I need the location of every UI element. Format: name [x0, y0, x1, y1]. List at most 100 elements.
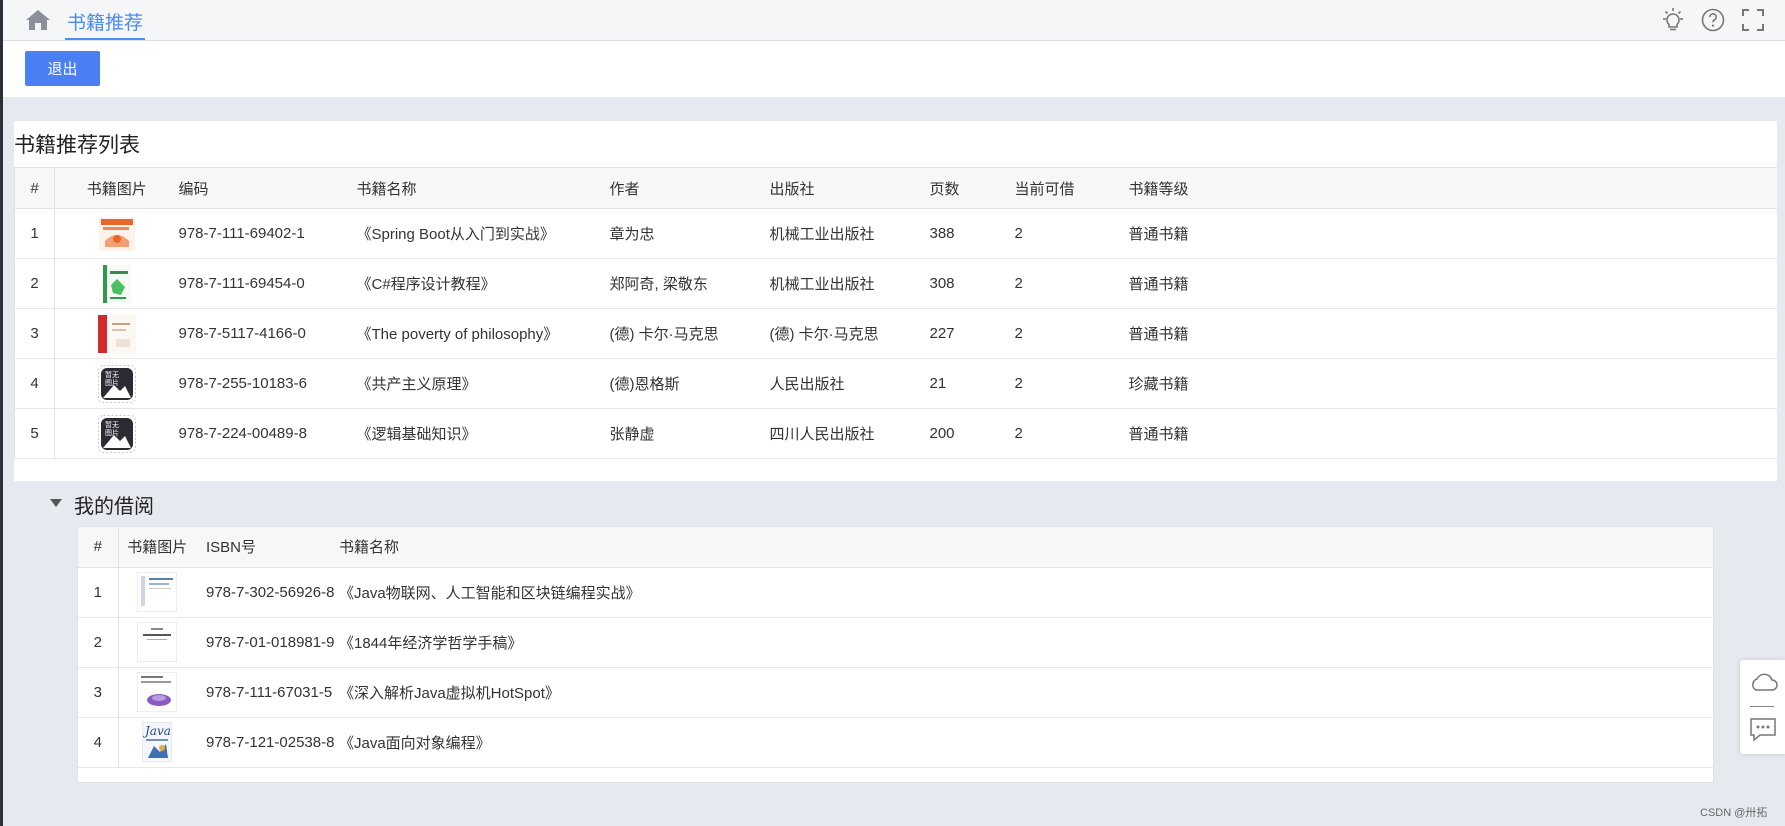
book-name: 《共产主义原理》 [356, 376, 477, 393]
borrow-table: # 书籍图片 ISBN号 书籍名称 1 978-7-302-56926-8 《J… [78, 527, 1713, 768]
help-circle-icon[interactable] [1700, 7, 1726, 33]
book-available: 2 [1014, 325, 1023, 342]
book-pages: 227 [929, 325, 955, 342]
book-name: 《深入解析Java虚拟机HotSpot》 [339, 684, 560, 702]
table-row[interactable]: 1 978-7-302-56926-8 《Java物联网、人工智能和区块链编程实… [78, 567, 1713, 617]
book-name: 《C#程序设计教程》 [356, 276, 496, 293]
book-level: 普通书籍 [1128, 226, 1189, 243]
book-level: 普通书籍 [1128, 326, 1189, 343]
book-pages: 388 [929, 225, 955, 242]
tab-book-recommend[interactable]: 书籍推荐 [65, 8, 146, 40]
col-header-name: 书籍名称 [356, 167, 610, 209]
my-borrow-title: 我的借阅 [74, 494, 154, 518]
book-name: 《The poverty of philosophy》 [356, 326, 559, 343]
row-index: 1 [14, 208, 55, 259]
row-index: 3 [78, 667, 119, 717]
col-header-isbn: ISBN号 [196, 527, 339, 568]
table-row[interactable]: 2 978-7-111-69454-0 《C#程序设计教程》 郑阿奇, 梁敬东 … [14, 258, 1777, 309]
table-header-row: # 书籍图片 编码 书籍名称 作者 出版社 页数 当前可借 书籍等级 [14, 167, 1777, 209]
book-name: 《Spring Boot从入门到实战》 [356, 226, 555, 243]
book-pages: 21 [929, 375, 947, 392]
book-cover-cell: 暂无 图片 [55, 409, 179, 459]
table-row[interactable]: 3 978-7-111-67031-5 《深入解析Java虚拟机HotSpot》 [78, 667, 1713, 717]
col-header-pages: 页数 [929, 167, 1015, 209]
book-level: 珍藏书籍 [1128, 376, 1189, 393]
book-author: 章为忠 [609, 226, 655, 243]
book-cover-cell [55, 259, 179, 309]
book-cover-image[interactable] [98, 216, 135, 251]
table-row[interactable]: 1 978-7-111-69402-1 《Spring Boot从入门到实战》 … [14, 208, 1777, 259]
book-code: 978-7-5117-4166-0 [178, 325, 306, 342]
table-header-row: # 书籍图片 ISBN号 书籍名称 [78, 527, 1713, 568]
book-isbn: 978-7-01-018981-9 [206, 633, 335, 651]
col-header-image: 书籍图片 [118, 527, 196, 568]
book-name: 《逻辑基础知识》 [356, 426, 477, 443]
col-header-code: 编码 [178, 167, 357, 209]
col-header-level: 书籍等级 [1128, 167, 1777, 209]
table-row[interactable]: 5 暂无 图片 978-7-224-00489-8 《逻辑基础知识》 张静虚 四… [14, 408, 1777, 459]
floating-side-widget [1740, 660, 1785, 754]
book-cover-cell [118, 617, 196, 667]
row-index: 4 [78, 717, 119, 767]
book-isbn: 978-7-302-56926-8 [206, 583, 335, 601]
book-code: 978-7-224-00489-8 [178, 425, 307, 442]
book-cover-cell [55, 309, 179, 359]
col-header-publisher: 出版社 [769, 167, 930, 209]
book-available: 2 [1014, 375, 1023, 392]
book-available: 2 [1014, 225, 1023, 242]
col-header-name: 书籍名称 [339, 527, 1713, 568]
book-publisher: 人民出版社 [769, 376, 845, 393]
table-row[interactable]: 2 978-7-01-018981-9 《1844年经济学哲学手稿》 [78, 617, 1713, 667]
row-index: 5 [14, 408, 55, 459]
home-icon[interactable] [25, 8, 51, 32]
left-edge [0, 0, 3, 826]
svg-text:Java: Java [142, 724, 171, 738]
row-index: 1 [78, 567, 119, 617]
recommend-panel: 书籍推荐列表 # 书籍图片 编码 书籍名称 作者 出版社 页数 当前可借 书籍等… [14, 121, 1777, 481]
book-isbn: 978-7-111-67031-5 [206, 683, 333, 701]
book-cover-image[interactable] [97, 314, 136, 353]
col-header-index: # [78, 527, 119, 568]
table-row[interactable]: 3 978-7-5117-4166-0 《The poverty of phil… [14, 308, 1777, 359]
book-cover-cell [55, 209, 179, 259]
book-publisher: 机械工业出版社 [769, 226, 875, 243]
no-image-placeholder[interactable]: 暂无 图片 [97, 414, 136, 453]
table-row[interactable]: 4 暂无 图片 978-7-255-10183-6 《共产主义原理》 (德)恩格… [14, 358, 1777, 409]
book-publisher: 机械工业出版社 [769, 276, 875, 293]
book-author: (德)恩格斯 [609, 376, 680, 393]
svg-text:暂无: 暂无 [105, 420, 119, 429]
recommend-table: # 书籍图片 编码 书籍名称 作者 出版社 页数 当前可借 书籍等级 1 978… [14, 167, 1777, 459]
book-publisher: 四川人民出版社 [769, 426, 875, 443]
chat-icon[interactable] [1748, 716, 1778, 742]
svg-text:图片: 图片 [105, 428, 119, 437]
exit-button[interactable]: 退出 [25, 51, 100, 86]
action-bar: 退出 [3, 41, 1785, 97]
book-author: 张静虚 [609, 426, 655, 443]
book-cover-image[interactable] [137, 672, 178, 712]
book-cover-image[interactable] [137, 622, 178, 662]
watermark: CSDN @卅拓 [1700, 807, 1768, 819]
book-cover-image[interactable] [102, 264, 131, 303]
row-index: 2 [14, 258, 55, 309]
book-cover-image[interactable]: Java [142, 722, 173, 762]
book-cover-cell: 暂无 图片 [55, 359, 179, 409]
svg-text:图片: 图片 [105, 378, 119, 387]
book-level: 普通书籍 [1128, 276, 1189, 293]
caret-down-icon [50, 499, 62, 507]
book-cover-cell [118, 667, 196, 717]
book-cover-image[interactable] [137, 572, 178, 612]
col-header-index: # [14, 167, 55, 209]
book-available: 2 [1014, 425, 1023, 442]
lightbulb-icon[interactable] [1660, 7, 1686, 33]
cloud-icon[interactable] [1748, 670, 1778, 696]
book-pages: 308 [929, 275, 955, 292]
book-name: 《1844年经济学哲学手稿》 [339, 634, 523, 652]
no-image-placeholder[interactable]: 暂无 图片 [97, 364, 136, 403]
row-index: 4 [14, 358, 55, 409]
fullscreen-icon[interactable] [1740, 7, 1766, 33]
col-header-available: 当前可借 [1014, 167, 1129, 209]
widget-divider [1750, 706, 1774, 707]
table-row[interactable]: 4 Java 978-7-121-02538-8 《Java面向对象编程》 [78, 717, 1713, 767]
book-available: 2 [1014, 275, 1023, 292]
row-index: 2 [78, 617, 119, 667]
